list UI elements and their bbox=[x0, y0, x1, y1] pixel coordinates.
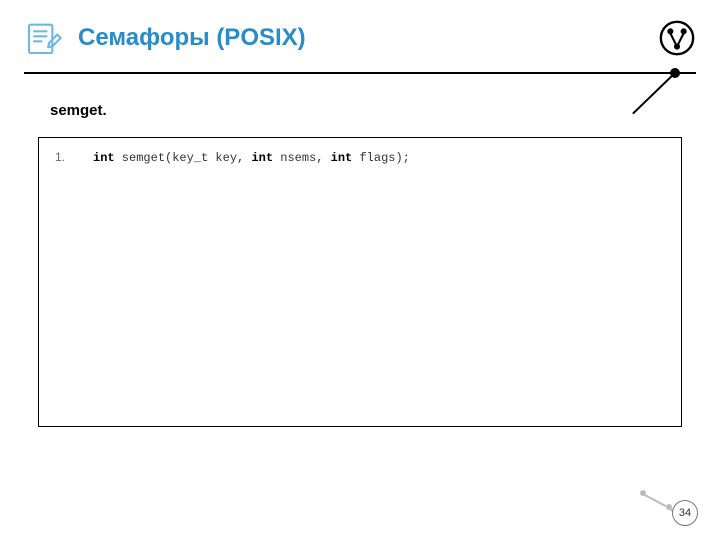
line-number: 1. bbox=[55, 150, 69, 164]
decor-line bbox=[643, 493, 667, 507]
code-line: 1. int semget(key_t key, int nsems, int … bbox=[55, 150, 665, 165]
divider-line bbox=[24, 72, 696, 74]
title-icon bbox=[24, 18, 64, 58]
branch-icon bbox=[658, 19, 696, 57]
page-number: 34 bbox=[672, 500, 698, 526]
page-number-decor: 34 bbox=[638, 486, 698, 526]
slide-title: Семафоры (POSIX) bbox=[78, 24, 644, 52]
section-subtitle: semget. bbox=[50, 102, 720, 119]
divider-dot bbox=[670, 68, 680, 78]
slide-header: Семафоры (POSIX) bbox=[0, 0, 720, 58]
code-text: int semget(key_t key, int nsems, int fla… bbox=[93, 151, 410, 165]
header-divider bbox=[24, 72, 696, 74]
code-block: 1. int semget(key_t key, int nsems, int … bbox=[38, 137, 682, 427]
